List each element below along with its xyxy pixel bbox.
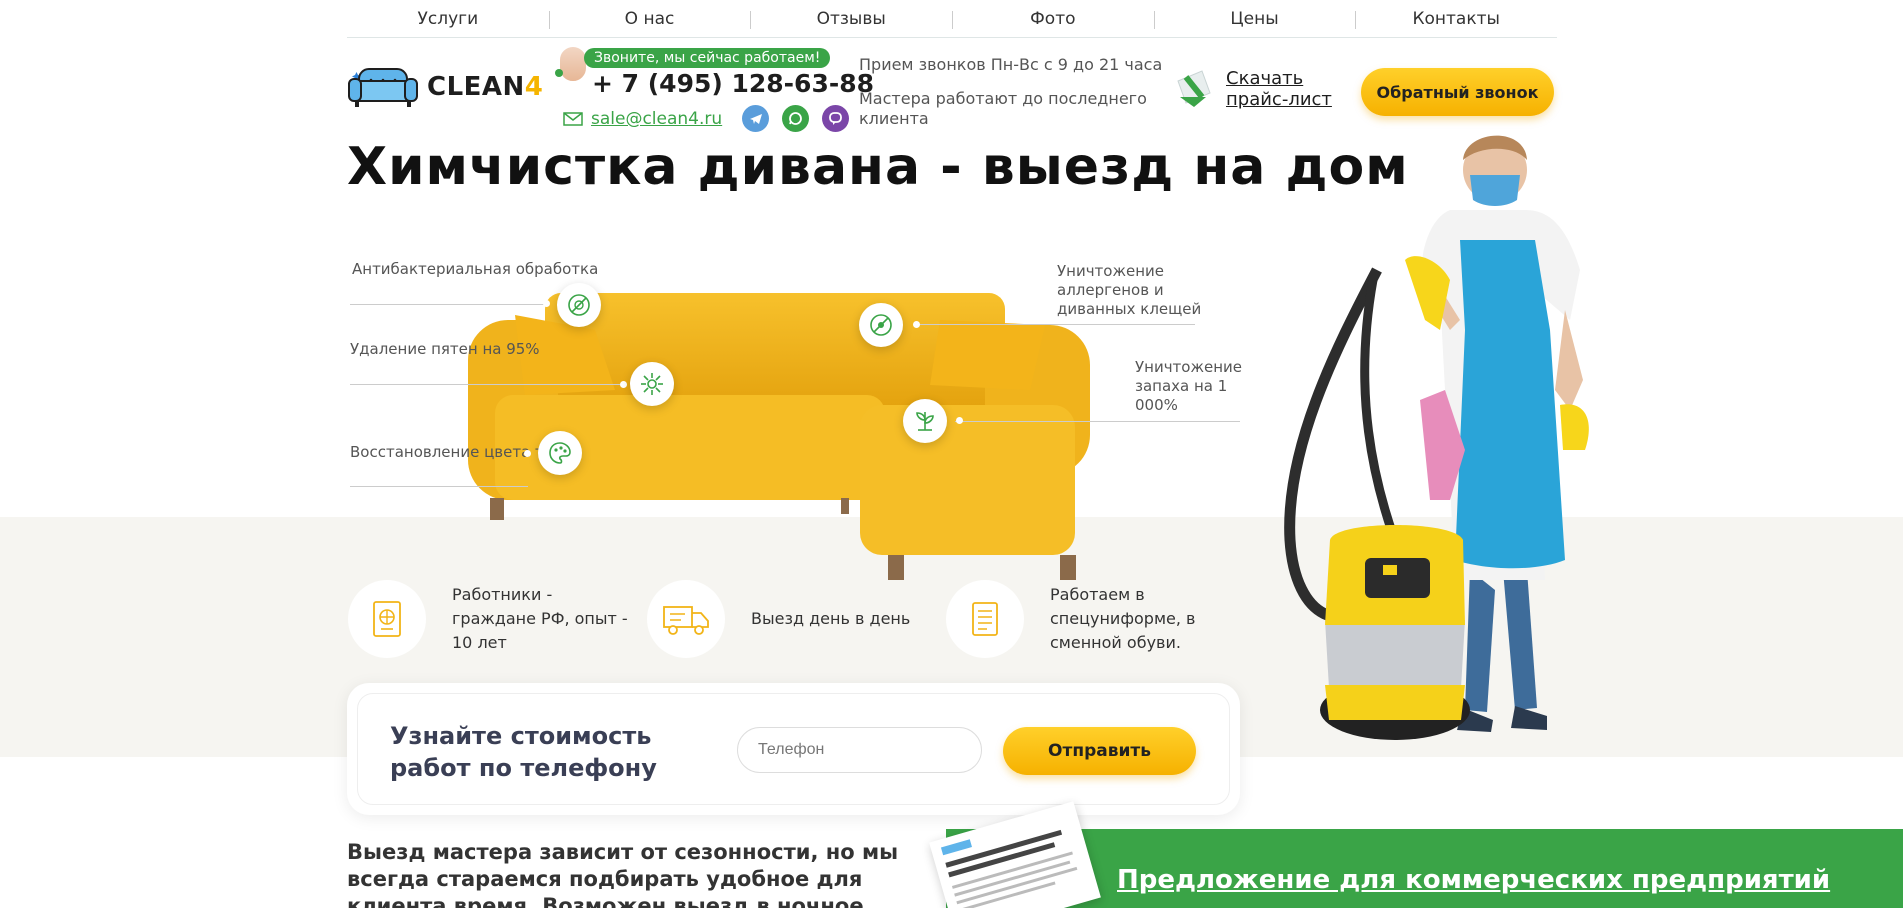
- allergen-icon: [859, 303, 903, 347]
- feature-antibacterial: Антибактериальная обработка: [352, 260, 599, 278]
- logo[interactable]: CLEAN4: [347, 63, 543, 111]
- feature-antibacterial-dot: [543, 300, 550, 307]
- phone-input[interactable]: [737, 727, 982, 773]
- feature-allergens-dot: [913, 321, 920, 328]
- send-button[interactable]: Отправить: [1003, 727, 1196, 775]
- call-hours: Прием звонков Пн-Вс с 9 до 21 часа: [859, 55, 1163, 74]
- feature-odor: Уничтожение запаха на 1 000%: [1135, 358, 1242, 414]
- price-request-form: Узнайте стоимость работ по телефону Отпр…: [347, 683, 1240, 815]
- logo-text: CLEAN4: [427, 72, 544, 102]
- online-status-icon: [555, 69, 563, 77]
- cleaner-photo: [1284, 135, 1589, 740]
- perk-same-day-text: Выезд день в день: [751, 609, 911, 628]
- perk-same-day: Выезд день в день: [647, 580, 910, 658]
- perk-uniform-text: Работаем в спецуниформе, в сменной обуви…: [1050, 585, 1196, 652]
- nav-reviews[interactable]: Отзывы: [750, 9, 952, 29]
- checklist-icon: [946, 580, 1024, 658]
- passport-icon: [348, 580, 426, 658]
- email-row[interactable]: sale@clean4.ru: [563, 109, 722, 129]
- color-restore-icon: [538, 431, 582, 475]
- feature-color-dot: [524, 450, 531, 457]
- email-link[interactable]: sale@clean4.ru: [591, 109, 722, 129]
- nav-photo[interactable]: Фото: [952, 9, 1154, 29]
- odor-removal-icon: [903, 399, 947, 443]
- price-list-icon: [1177, 70, 1211, 107]
- price-form-title: Узнайте стоимость работ по телефону: [390, 722, 657, 782]
- phone-number[interactable]: + 7 (495) 128-63-88: [592, 69, 874, 98]
- masters-note: Мастера работают до последнего клиента: [859, 89, 1147, 128]
- document-image: [929, 801, 1101, 908]
- feature-odor-dot: [956, 417, 963, 424]
- stain-removal-icon: [630, 362, 674, 406]
- page-title: Химчистка дивана - выезд на дом: [347, 137, 1409, 197]
- antibacterial-icon: [557, 283, 601, 327]
- perk-workers-text: Работники - граждане РФ, опыт - 10 лет: [452, 585, 628, 652]
- sofa-logo-icon: [348, 68, 418, 107]
- commercial-offer-link[interactable]: Предложение для коммерческих предприятий: [1117, 865, 1830, 895]
- nav-about[interactable]: О нас: [548, 9, 751, 29]
- delivery-truck-icon: [647, 580, 725, 658]
- telegram-icon[interactable]: [742, 105, 769, 132]
- feature-stains: Удаление пятен на 95%: [350, 340, 540, 358]
- operator-avatar: [558, 45, 588, 83]
- top-nav: Услуги О нас Отзывы Фото Цены Контакты: [347, 0, 1557, 38]
- feature-stains-line: [350, 384, 620, 385]
- feature-antibacterial-line: [350, 304, 546, 305]
- callback-button[interactable]: Обратный звонок: [1361, 68, 1554, 116]
- visit-info-text: Выезд мастера зависит от сезонности, но …: [347, 840, 899, 908]
- download-link[interactable]: Скачать прайс-лист: [1226, 68, 1346, 110]
- perk-uniform: Работаем в спецуниформе, в сменной обуви…: [946, 580, 1210, 658]
- feature-stains-dot: [620, 381, 627, 388]
- feature-allergens: Уничтожение аллергенов и диванных клещей: [1057, 262, 1202, 318]
- nav-prices[interactable]: Цены: [1153, 9, 1356, 29]
- perk-workers: Работники - граждане РФ, опыт - 10 лет: [348, 580, 632, 658]
- call-now-badge: Звоните, мы сейчас работаем!: [584, 48, 831, 68]
- whatsapp-icon[interactable]: [782, 105, 809, 132]
- messenger-links: [742, 105, 849, 132]
- mail-icon: [563, 112, 583, 126]
- nav-services[interactable]: Услуги: [347, 9, 549, 29]
- feature-color-line: [350, 486, 528, 487]
- viber-icon[interactable]: [822, 105, 849, 132]
- feature-allergens-line: [915, 324, 1195, 325]
- download-price-list[interactable]: Скачать прайс-лист: [1172, 67, 1346, 111]
- nav-contacts[interactable]: Контакты: [1355, 9, 1557, 29]
- feature-odor-line: [955, 421, 1240, 422]
